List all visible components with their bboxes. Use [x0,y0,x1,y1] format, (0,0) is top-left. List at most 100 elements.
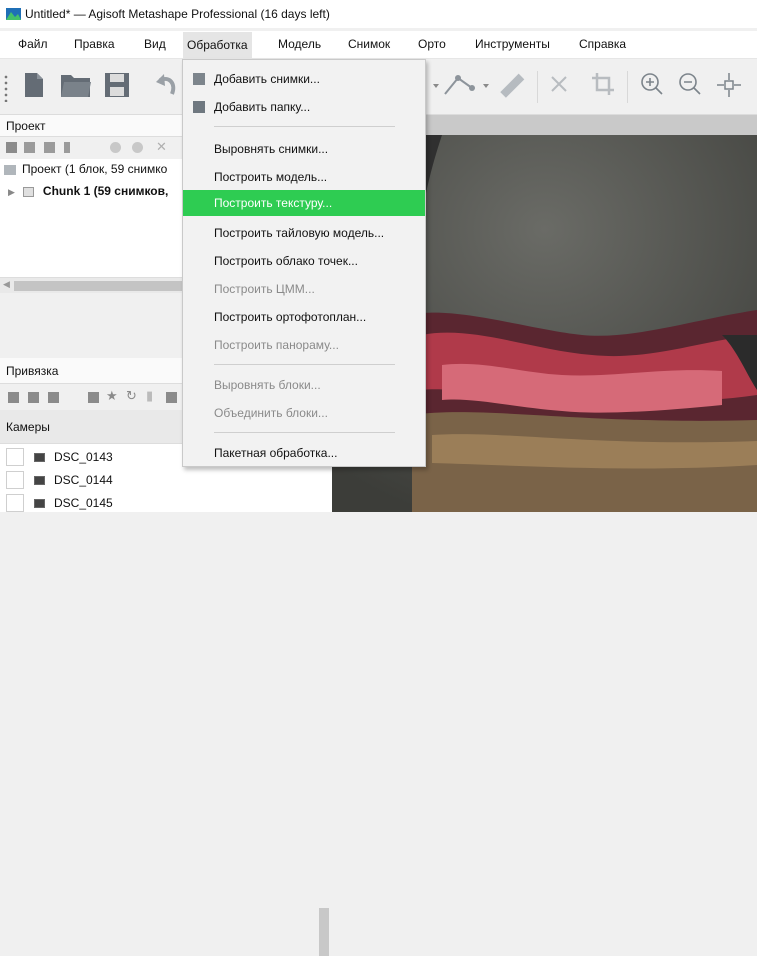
workflow-menu: Добавить снимки... Добавить папку... Выр… [182,59,426,467]
options-icon[interactable]: ▮ [146,388,157,403]
tree-root-row[interactable]: Проект (1 блок, 59 снимко [4,159,167,179]
camera-icon [34,498,45,508]
reference-panel-header: Привязка [0,358,182,384]
camera-name: DSC_0144 [54,473,113,487]
project-panel-toolbar: ✕ [0,137,182,159]
list-item[interactable]: DSC_0145 [6,492,113,514]
menu-build-orthomosaic[interactable]: Построить ортофотоплан... [183,304,425,330]
enable-icon[interactable] [132,142,143,153]
menu-separator [214,364,395,365]
menu-workflow[interactable]: Обработка [183,32,252,58]
menu-item-label: Построить облако точек... [214,254,358,268]
star-icon[interactable]: ★ [106,388,118,403]
flag-icon[interactable] [44,142,55,153]
scroll-left-arrow-icon[interactable]: ◀ [3,279,10,290]
camera-checkbox[interactable] [6,471,24,489]
menu-item-label: Построить модель... [214,170,328,184]
menu-item-label: Построить текстуру... [214,196,333,210]
crop-icon[interactable] [591,72,615,98]
menu-item-label: Построить ЦММ... [214,282,315,296]
marker-icon[interactable] [64,142,70,153]
project-icon [4,164,16,175]
zoom-out-icon[interactable] [678,72,702,98]
menu-build-point-cloud[interactable]: Построить облако точек... [183,248,425,274]
refresh-icon[interactable]: ↻ [126,388,137,403]
menu-batch-process[interactable]: Пакетная обработка... [183,440,425,466]
add-markers-icon[interactable] [24,142,35,153]
tree-chunk-row[interactable]: ▶ Chunk 1 (59 снимков, [8,181,168,201]
project-root-label: Проект (1 блок, 59 снимко [22,162,168,176]
menu-view[interactable]: Вид [144,37,166,51]
project-panel-empty [0,293,182,358]
camera-checkbox[interactable] [6,448,24,466]
menu-model[interactable]: Модель [278,37,321,51]
toolbar-separator [537,71,538,103]
scrollbar-thumb[interactable] [14,281,182,291]
expand-arrow-icon[interactable]: ▶ [8,187,15,197]
menu-item-label: Выровнять блоки... [214,378,321,392]
menu-add-photos[interactable]: Добавить снимки... [183,66,425,92]
menu-photo[interactable]: Снимок [348,37,390,51]
new-document-icon[interactable] [24,72,44,98]
dropdown-arrow-icon[interactable] [432,72,440,98]
ruler-icon[interactable] [500,72,526,98]
settings-icon[interactable] [166,392,177,403]
menu-align-chunks[interactable]: Выровнять блоки... [183,372,425,398]
menu-build-tiled-model[interactable]: Построить тайловую модель... [183,220,425,246]
cameras-header[interactable]: Камеры [0,410,182,444]
convert-icon[interactable] [48,392,59,403]
menu-item-label: Построить ортофотоплан... [214,310,367,324]
project-tree: Проект (1 блок, 59 снимко ▶ Chunk 1 (59 с… [0,159,182,277]
disable-icon[interactable] [110,142,121,153]
menu-build-dem[interactable]: Построить ЦММ... [183,276,425,302]
import-icon[interactable] [8,392,19,403]
camera-name: DSC_0145 [54,496,113,510]
menu-edit[interactable]: Правка [74,37,115,51]
add-photos-icon [193,73,205,85]
list-item[interactable]: DSC_0143 [6,446,113,468]
menu-item-label: Пакетная обработка... [214,446,338,460]
undo-icon[interactable] [156,72,178,98]
add-chunk-icon[interactable] [6,142,17,153]
menu-add-folder[interactable]: Добавить папку... [183,94,425,120]
menu-build-texture[interactable]: Построить текстуру... [183,190,425,216]
project-panel-header: Проект [0,115,182,137]
menu-item-label: Добавить папку... [214,100,311,114]
menu-help[interactable]: Справка [579,37,626,51]
menu-ortho[interactable]: Орто [418,37,446,51]
menu-build-panorama[interactable]: Построить панораму... [183,332,425,358]
move-icon[interactable] [716,72,742,98]
delete-icon[interactable] [549,72,569,98]
menu-bar: Файл Правка Вид Обработка Модель Снимок … [0,31,757,59]
menu-build-model[interactable]: Построить модель... [183,164,425,190]
zoom-in-icon[interactable] [640,72,664,98]
title-bar: Untitled* — Agisoft Metashape Profession… [0,0,757,28]
viewport-tab-bar [425,115,757,135]
remove-icon[interactable]: ✕ [156,139,167,154]
menu-merge-chunks[interactable]: Объединить блоки... [183,400,425,426]
menu-file[interactable]: Файл [18,37,48,51]
chunk-label: Chunk 1 (59 снимков, [42,184,169,198]
menu-separator [214,126,395,127]
dropdown-arrow-icon[interactable] [482,72,490,98]
camera-checkbox[interactable] [6,494,24,512]
cameras-vscrollbar[interactable] [316,888,332,956]
camera-icon [34,475,45,485]
menu-tools[interactable]: Инструменты [475,37,550,51]
list-item[interactable]: DSC_0144 [6,469,113,491]
toolbar-grip[interactable] [4,74,8,102]
menu-item-label: Построить панораму... [214,338,339,352]
camera-name: DSC_0143 [54,450,113,464]
camera-icon [34,452,45,462]
open-folder-icon[interactable] [60,72,92,98]
export-icon[interactable] [28,392,39,403]
save-icon[interactable] [104,72,130,98]
chunk-icon [22,186,34,197]
calculator-icon[interactable] [88,392,99,403]
menu-align-photos[interactable]: Выровнять снимки... [183,136,425,162]
scrollbar-thumb[interactable] [319,908,329,956]
polyline-tool-icon[interactable] [442,72,478,98]
window-title: Untitled* — Agisoft Metashape Profession… [25,7,330,21]
project-hscrollbar[interactable]: ◀ [0,277,182,293]
add-folder-icon [193,101,205,113]
